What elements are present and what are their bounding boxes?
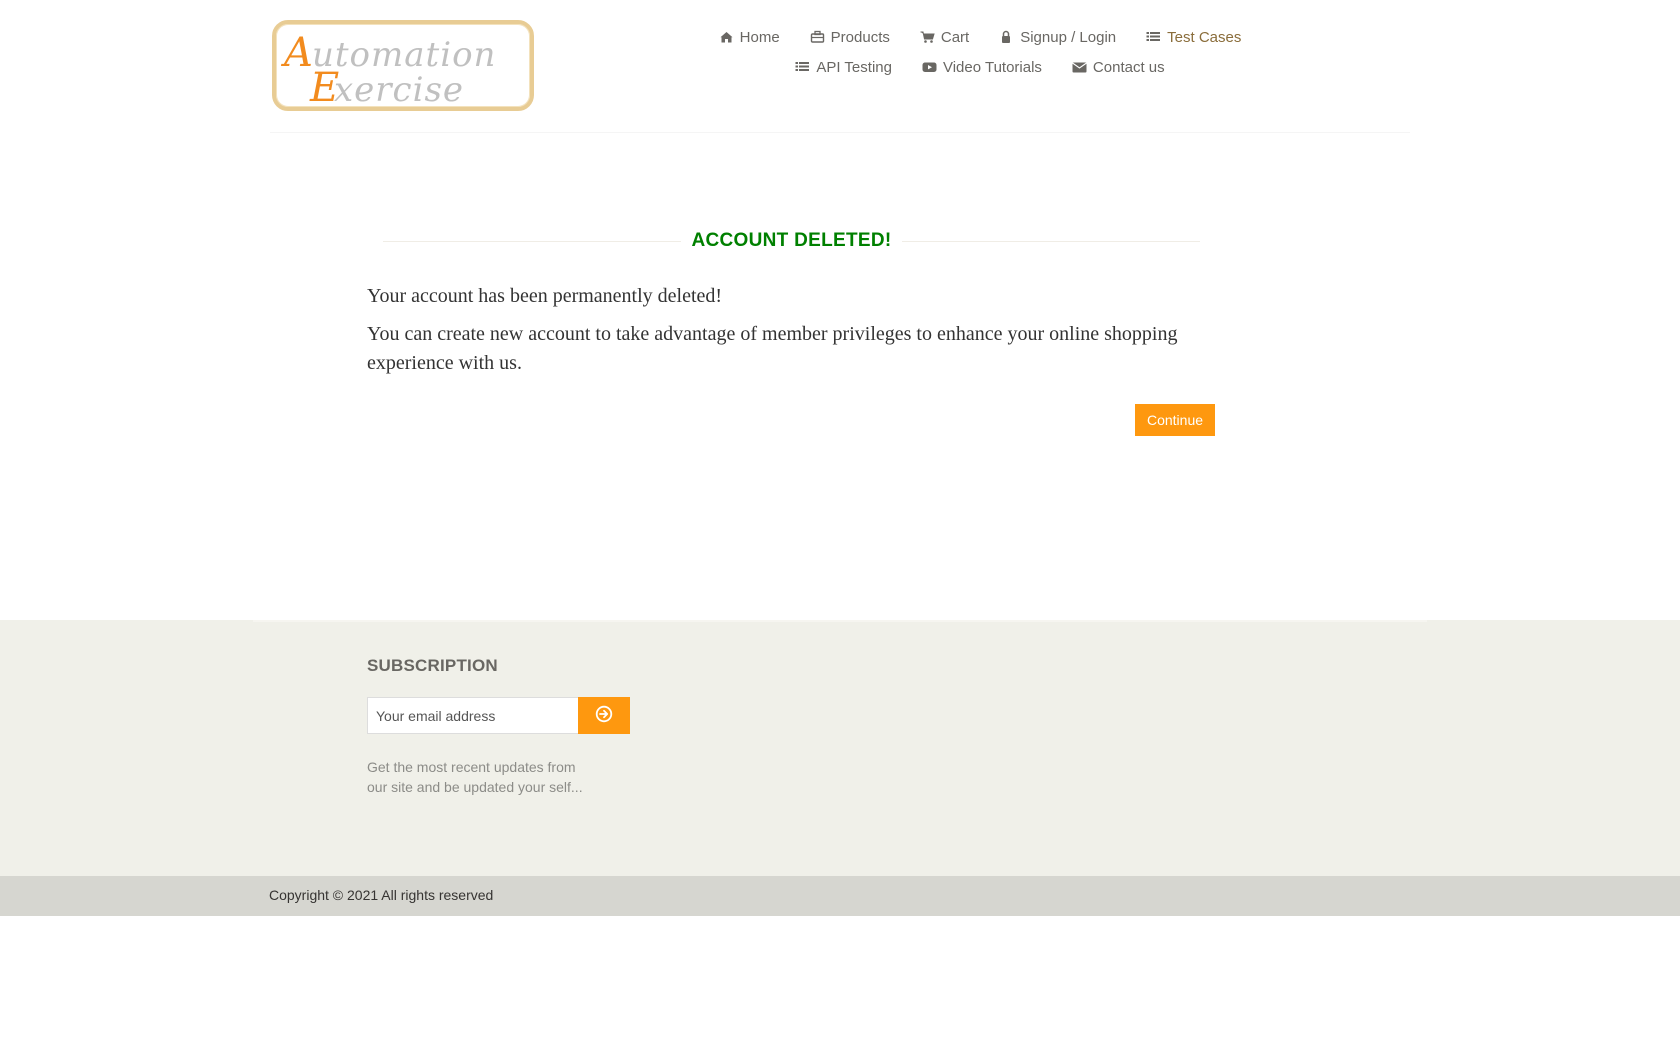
- subscription-email-input[interactable]: [367, 697, 579, 734]
- nav-video-tutorials[interactable]: Video Tutorials: [922, 57, 1042, 77]
- envelope-icon: [1072, 60, 1087, 74]
- copyright-bar: Copyright © 2021 All rights reserved: [0, 876, 1680, 916]
- svg-text:utomation: utomation: [312, 35, 496, 75]
- nav-products[interactable]: Products: [810, 27, 890, 47]
- title-row: ACCOUNT DELETED!: [383, 230, 1200, 254]
- lock-icon: [999, 30, 1014, 44]
- subscription-description: Get the most recent updates from our sit…: [367, 759, 583, 795]
- main-content: ACCOUNT DELETED! Your account has been p…: [0, 134, 1680, 620]
- youtube-icon: [922, 60, 937, 74]
- nav-cart-label: Cart: [940, 28, 970, 46]
- nav-test-cases[interactable]: Test Cases: [1146, 27, 1241, 47]
- nav-contact-us[interactable]: Contact us: [1072, 57, 1165, 77]
- home-icon: [719, 30, 734, 44]
- arrow-circle-right-icon: [595, 705, 613, 726]
- nav-signup-login[interactable]: Signup / Login: [999, 27, 1116, 47]
- copyright-text: Copyright © 2021 All rights reserved: [269, 887, 494, 903]
- deletion-message: Your account has been permanently delete…: [367, 285, 723, 307]
- site-logo[interactable]: A utomation E xercise: [272, 20, 534, 111]
- site-header: A utomation E xercise Home Products Cart…: [0, 0, 1680, 134]
- subscribe-button[interactable]: [578, 697, 630, 734]
- nav-api-testing[interactable]: API Testing: [795, 57, 892, 77]
- list-icon: [795, 60, 810, 74]
- nav-signup-login-label: Signup / Login: [1020, 28, 1117, 46]
- svg-text:A: A: [280, 30, 313, 76]
- logo-graphic: A utomation E xercise: [280, 30, 496, 107]
- nav-contact-us-label: Contact us: [1092, 58, 1165, 76]
- subscription-title: SUBSCRIPTION: [367, 656, 498, 675]
- subscription-form: [367, 697, 630, 734]
- page-title: ACCOUNT DELETED!: [691, 230, 892, 251]
- site-footer: SUBSCRIPTION Get the most recent updates…: [0, 620, 1680, 876]
- svg-text:xercise: xercise: [334, 70, 464, 107]
- continue-button[interactable]: Continue: [1135, 404, 1215, 436]
- nav-products-label: Products: [830, 28, 890, 46]
- header-container: A utomation E xercise Home Products Cart…: [270, 0, 1410, 133]
- list-icon: [1146, 30, 1161, 44]
- nav-cart[interactable]: Cart: [920, 27, 969, 47]
- nav-home[interactable]: Home: [719, 27, 780, 47]
- footer-divider: [253, 620, 1427, 622]
- title-divider-left: [383, 241, 681, 242]
- nav-home-label: Home: [739, 28, 780, 46]
- main-nav: Home Products Cart Signup / Login Test C…: [670, 27, 1290, 77]
- info-message: You can create new account to take advan…: [367, 323, 1178, 374]
- nav-video-tutorials-label: Video Tutorials: [942, 58, 1042, 76]
- nav-api-testing-label: API Testing: [816, 58, 892, 76]
- cart-icon: [920, 30, 935, 44]
- nav-test-cases-label: Test Cases: [1167, 28, 1242, 46]
- briefcase-icon: [810, 30, 825, 44]
- title-divider-right: [902, 241, 1200, 242]
